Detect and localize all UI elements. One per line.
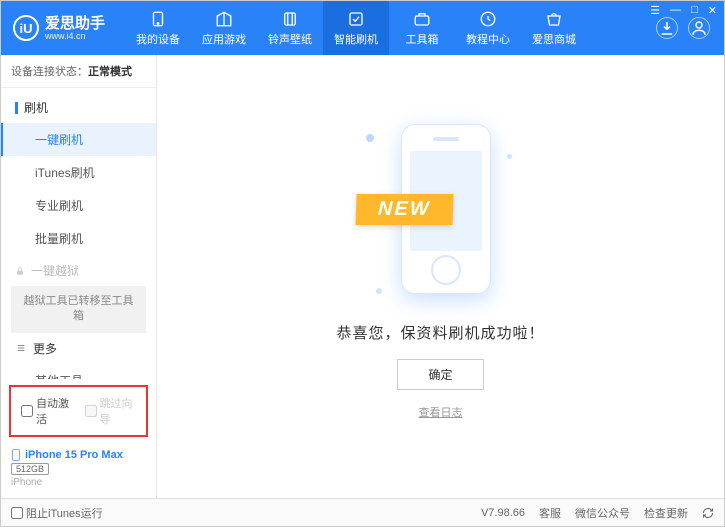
refresh-icon[interactable] — [702, 507, 714, 519]
footer-link-support[interactable]: 客服 — [539, 505, 561, 521]
nav-item-4[interactable]: 工具箱 — [389, 1, 455, 55]
lock-icon — [15, 266, 25, 276]
checkbox-label: 阻止iTunes运行 — [26, 505, 103, 521]
device-type: iPhone — [11, 477, 146, 488]
nav-label: 我的设备 — [136, 31, 180, 47]
nav-item-5[interactable]: 教程中心 — [455, 1, 521, 55]
main-content: NEW 恭喜您，保资料刷机成功啦！ 确定 查看日志 — [157, 55, 724, 498]
nav-label: 应用游戏 — [202, 31, 246, 47]
version-text: V7.98.66 — [481, 507, 525, 519]
nav-label: 教程中心 — [466, 31, 510, 47]
checkbox-label: 自动激活 — [36, 395, 73, 427]
nav-label: 工具箱 — [406, 31, 439, 47]
sidebar-item-flash-0[interactable]: 一键刷机 — [1, 123, 156, 156]
nav-icon — [149, 10, 167, 28]
user-button[interactable] — [688, 17, 710, 39]
device-status: 设备连接状态：正常模式 — [1, 55, 156, 88]
nav-icon — [281, 10, 299, 28]
view-log-link[interactable]: 查看日志 — [419, 404, 463, 420]
footer-link-wechat[interactable]: 微信公众号 — [575, 505, 630, 521]
nav-label: 铃声壁纸 — [268, 31, 312, 47]
checkbox-label: 跳过向导 — [100, 395, 137, 427]
block-itunes-checkbox[interactable]: 阻止iTunes运行 — [11, 505, 103, 521]
sidebar-item-flash-3[interactable]: 批量刷机 — [1, 222, 156, 255]
maximize-icon[interactable]: □ — [691, 4, 698, 17]
nav-icon — [479, 10, 497, 28]
phone-icon — [11, 449, 21, 461]
close-icon[interactable]: ✕ — [708, 4, 717, 17]
storage-badge: 512GB — [11, 463, 49, 475]
footer-link-update[interactable]: 检查更新 — [644, 505, 688, 521]
device-status-label: 设备连接状态： — [11, 66, 88, 78]
header: iU 爱思助手 www.i4.cn 我的设备 应用游戏 铃声壁纸 智能刷机 工具箱 教程中… — [1, 1, 724, 55]
ok-button[interactable]: 确定 — [397, 359, 483, 390]
success-message: 恭喜您，保资料刷机成功啦！ — [336, 322, 544, 343]
nav-label: 智能刷机 — [334, 31, 378, 47]
sidebar: 设备连接状态：正常模式 刷机 一键刷机iTunes刷机专业刷机批量刷机 一键越狱… — [1, 55, 157, 498]
sidebar-item-flash-1[interactable]: iTunes刷机 — [1, 156, 156, 189]
device-status-value: 正常模式 — [88, 66, 132, 78]
top-nav: 我的设备 应用游戏 铃声壁纸 智能刷机 工具箱 教程中心 爱思商城 — [125, 1, 656, 55]
nav-item-2[interactable]: 铃声壁纸 — [257, 1, 323, 55]
nav-item-6[interactable]: 爱思商城 — [521, 1, 587, 55]
sidebar-head-flash[interactable]: 刷机 — [1, 92, 156, 123]
menu-icon[interactable]: ☰ — [650, 4, 660, 17]
menu-lines-icon — [15, 343, 27, 353]
nav-icon — [545, 10, 563, 28]
sidebar-head-jailbreak: 一键越狱 — [1, 255, 156, 286]
device-name[interactable]: iPhone 15 Pro Max — [11, 449, 146, 461]
sidebar-head-label: 更多 — [33, 340, 57, 357]
device-info: iPhone 15 Pro Max 512GB iPhone — [1, 443, 156, 498]
sidebar-head-more[interactable]: 更多 — [1, 333, 156, 364]
nav-item-1[interactable]: 应用游戏 — [191, 1, 257, 55]
sidebar-item-flash-2[interactable]: 专业刷机 — [1, 189, 156, 222]
sidebar-head-label: 刷机 — [24, 99, 48, 116]
nav-item-0[interactable]: 我的设备 — [125, 1, 191, 55]
logo: iU 爱思助手 www.i4.cn — [9, 15, 105, 41]
jailbreak-note: 越狱工具已转移至工具箱 — [11, 286, 146, 333]
skip-guide-checkbox[interactable]: 跳过向导 — [85, 395, 137, 427]
sidebar-head-label: 一键越狱 — [31, 262, 79, 279]
sidebar-item-more-0[interactable]: 其他工具 — [1, 364, 156, 379]
nav-icon — [347, 10, 365, 28]
minimize-icon[interactable]: — — [670, 4, 681, 17]
auto-activate-checkbox[interactable]: 自动激活 — [21, 395, 73, 427]
new-ribbon: NEW — [355, 194, 453, 225]
nav-label: 爱思商城 — [532, 31, 576, 47]
logo-icon: iU — [13, 15, 39, 41]
nav-icon — [413, 10, 431, 28]
app-url: www.i4.cn — [45, 31, 105, 41]
nav-icon — [215, 10, 233, 28]
app-name: 爱思助手 — [45, 16, 105, 31]
nav-item-3[interactable]: 智能刷机 — [323, 1, 389, 55]
footer: 阻止iTunes运行 V7.98.66 客服 微信公众号 检查更新 — [1, 498, 724, 526]
device-name-text: iPhone 15 Pro Max — [25, 449, 123, 461]
success-illustration: NEW — [376, 114, 506, 304]
download-button[interactable] — [656, 17, 678, 39]
options-box: 自动激活 跳过向导 — [9, 385, 148, 437]
